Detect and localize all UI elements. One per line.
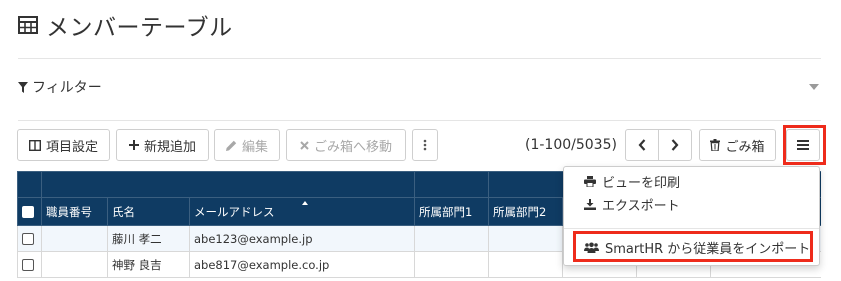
page-title-text: メンバーテーブル: [46, 15, 233, 41]
table-cell[interactable]: 藤川 孝二: [107, 225, 190, 252]
page-title: メンバーテーブル: [18, 8, 233, 42]
download-icon: [584, 198, 596, 210]
next-page-button[interactable]: [658, 129, 692, 161]
previous-page-button[interactable]: [625, 129, 659, 161]
menu-item-print-view[interactable]: ビューを印刷: [584, 171, 680, 191]
trash-label: ごみ箱: [725, 139, 765, 155]
move-to-trash-label: ごみ箱へ移動: [313, 139, 392, 155]
table-cell[interactable]: [414, 225, 489, 252]
column-settings-button[interactable]: 項目設定: [17, 129, 110, 161]
x-icon: [300, 140, 309, 150]
filter-panel-toggle[interactable]: フィルター: [18, 76, 821, 98]
table-cell[interactable]: 神野 良吉: [107, 251, 190, 278]
column-header[interactable]: 所属部門2: [488, 197, 563, 226]
column-header[interactable]: 職員番号: [41, 197, 108, 226]
checkbox[interactable]: [22, 259, 34, 271]
move-to-trash-button[interactable]: ごみ箱へ移動: [286, 129, 406, 161]
column-header[interactable]: 所属部門1: [414, 197, 489, 226]
pencil-icon: [225, 140, 237, 151]
table-cell[interactable]: [41, 251, 108, 278]
title-divider: [18, 58, 821, 59]
table-cell[interactable]: [414, 251, 489, 278]
chevron-right-icon: [671, 139, 679, 151]
column-header-label: メールアドレス: [194, 204, 275, 219]
row-checkbox-cell[interactable]: [17, 225, 42, 252]
highlight-import-item: [573, 231, 813, 262]
table-icon: [18, 16, 38, 34]
filter-icon: [18, 81, 28, 93]
table-cell[interactable]: [41, 225, 108, 252]
edit-label: 編集: [241, 139, 268, 155]
menu-item-label: ビューを印刷: [602, 175, 681, 191]
trash-button[interactable]: ごみ箱: [699, 129, 776, 161]
plus-icon: [128, 140, 139, 150]
new-record-label: 新規追加: [143, 139, 196, 155]
filter-divider: [18, 120, 821, 121]
column-header[interactable]: 氏名: [107, 197, 190, 226]
columns-icon: [28, 139, 41, 151]
pagination-info: (1-100/5035): [525, 137, 617, 153]
table-cell[interactable]: abe817@example.co.jp: [189, 251, 415, 278]
column-settings-label: 項目設定: [45, 139, 98, 155]
sort-ascending-icon: [302, 201, 308, 205]
filter-label: フィルター: [32, 80, 102, 96]
caret-down-icon: [809, 84, 819, 90]
edit-button[interactable]: 編集: [214, 129, 280, 161]
column-header-sorted[interactable]: メールアドレス: [189, 197, 415, 226]
highlight-menu-button: [783, 125, 826, 165]
menu-divider: [564, 228, 819, 229]
checkbox[interactable]: [22, 206, 34, 218]
row-checkbox-cell[interactable]: [17, 251, 42, 278]
table-cell[interactable]: [488, 225, 563, 252]
table-cell[interactable]: abe123@example.jp: [189, 225, 415, 252]
new-record-button[interactable]: 新規追加: [116, 129, 209, 161]
more-actions-button[interactable]: [412, 129, 438, 161]
print-icon: [584, 175, 596, 187]
trash-icon: [710, 139, 721, 151]
chevron-left-icon: [638, 139, 646, 151]
table-cell[interactable]: [488, 251, 563, 278]
menu-item-label: エクスポート: [602, 198, 680, 214]
menu-item-export[interactable]: エクスポート: [584, 194, 680, 214]
select-all-checkbox[interactable]: [17, 197, 42, 226]
toolbar: 項目設定 新規追加 編集 ごみ箱へ移動 (1-100/5035) ごみ箱: [17, 129, 837, 161]
checkbox[interactable]: [22, 233, 34, 245]
more-vertical-icon: [423, 139, 427, 151]
